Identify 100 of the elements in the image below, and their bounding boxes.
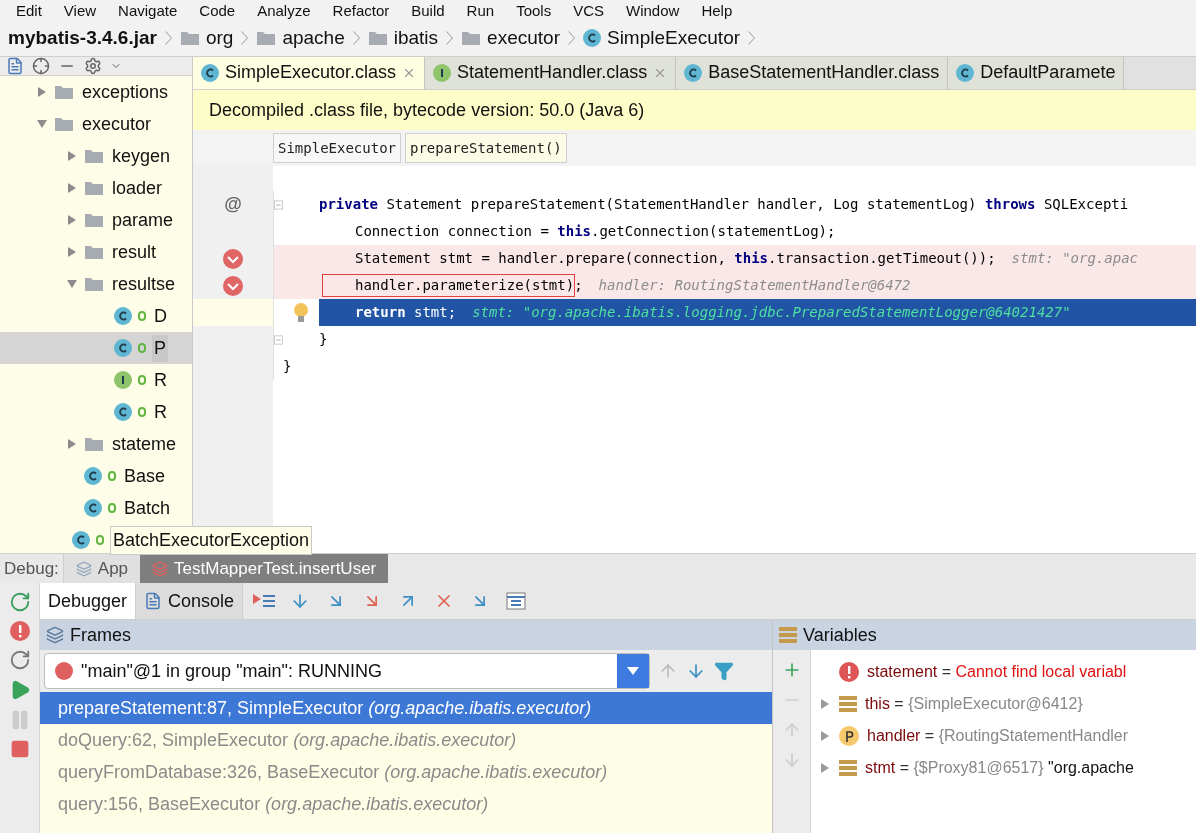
tree-item[interactable]: resultse [110, 270, 178, 298]
menu-item[interactable]: Analyze [257, 2, 311, 20]
tree-item[interactable]: parame [110, 206, 176, 234]
filter-icon[interactable] [714, 661, 734, 681]
window-icon [75, 560, 92, 577]
breadcrumb[interactable]: mybatis-3.4.6.jar [8, 23, 157, 53]
menu-item[interactable]: Tools [516, 2, 552, 20]
thread-dropdown[interactable]: "main"@1 in group "main": RUNNING [44, 653, 650, 689]
panel-title: Variables [803, 623, 877, 647]
menu-item[interactable]: Run [466, 2, 495, 20]
inline-value-hint: stmt: "org.apac [1011, 249, 1139, 268]
settings-icon[interactable] [84, 57, 102, 75]
class-icon [72, 531, 90, 549]
debug-session-tab[interactable]: App [62, 554, 141, 583]
field-icon [779, 626, 797, 644]
menu-item[interactable]: Navigate [118, 2, 178, 20]
debug-session-tab[interactable]: TestMapperTest.insertUser [140, 554, 389, 583]
chevron-icon [446, 31, 454, 45]
tree-item[interactable]: R [152, 366, 169, 394]
class-icon [114, 403, 132, 421]
collapsed-arrow-icon[interactable] [66, 246, 78, 258]
editor-breadcrumb[interactable]: prepareStatement() [405, 133, 567, 163]
window-icon [152, 560, 169, 577]
menu-item[interactable]: Code [199, 2, 236, 20]
variable-entry[interactable]: stmt = {$Proxy81@6517} "org.apache [865, 756, 1134, 780]
decompiled-banner: Decompiled .class file, bytecode version: 50.0 (Java 6) [193, 90, 1196, 130]
expand-arrow-icon[interactable] [819, 730, 831, 742]
editor-tab[interactable]: SimpleExecutor.class [193, 57, 426, 89]
folder-icon [84, 148, 104, 164]
tree-item[interactable]: exceptions [80, 78, 171, 106]
tree-item[interactable]: R [152, 398, 169, 426]
debugger-tab[interactable]: Console [136, 583, 244, 619]
locate-icon[interactable] [32, 57, 50, 75]
project-view-icon[interactable] [6, 57, 24, 75]
menu-item[interactable]: View [63, 2, 97, 20]
error-icon [839, 662, 859, 682]
breakpoint-warning-icon[interactable] [9, 621, 30, 641]
tree-item[interactable]: BatchExecutorException [110, 525, 313, 555]
tree-item[interactable]: Batch [122, 494, 173, 522]
field-icon [839, 759, 857, 777]
folder-icon [54, 84, 74, 100]
breadcrumb[interactable]: org [205, 23, 234, 53]
collapsed-arrow-icon[interactable] [66, 182, 78, 194]
editor-tab[interactable]: StatementHandler.class [425, 57, 677, 89]
restore-icon[interactable] [8, 649, 31, 671]
menu-item[interactable]: Help [701, 2, 733, 20]
variable-entry[interactable]: this = {SimpleExecutor@6412} [865, 692, 1083, 716]
fold-marker-icon[interactable] [274, 333, 283, 346]
stop-icon[interactable] [9, 739, 30, 759]
expanded-arrow-icon[interactable] [66, 278, 78, 290]
tree-item[interactable]: D [152, 302, 169, 330]
chevron-icon [164, 31, 172, 45]
breakpoint-icon[interactable] [223, 275, 243, 296]
breakpoint-icon[interactable] [223, 248, 243, 269]
class-icon [956, 63, 975, 82]
folder-icon [179, 30, 200, 46]
expand-arrow-icon[interactable] [819, 762, 831, 774]
tree-item[interactable]: executor [80, 110, 154, 138]
breadcrumb[interactable]: executor [487, 23, 560, 53]
breadcrumb[interactable]: apache [282, 23, 345, 53]
lightbulb-icon[interactable] [294, 302, 308, 323]
menu-item[interactable]: VCS [573, 2, 604, 20]
collapsed-arrow-icon[interactable] [66, 150, 78, 162]
breadcrumb[interactable]: SimpleExecutor [606, 23, 741, 53]
chevron-icon [241, 31, 249, 45]
menu-item[interactable]: Window [626, 2, 680, 20]
debugger-tab[interactable]: Debugger [40, 583, 137, 619]
stack-frame[interactable]: prepareStatement:87, SimpleExecutor (org.apache.ibatis.executor) [40, 692, 772, 724]
folder-icon [84, 212, 104, 228]
tree-item[interactable]: stateme [110, 430, 179, 458]
expand-arrow-icon[interactable] [819, 698, 831, 710]
breadcrumb[interactable]: ibatis [393, 23, 439, 53]
tree-item[interactable]: keygen [110, 142, 173, 170]
interface-icon [433, 63, 452, 82]
code-line: } [319, 330, 328, 349]
console-icon [144, 592, 163, 610]
expanded-arrow-icon[interactable] [36, 118, 48, 130]
variable-entry[interactable]: statement = Cannot find local variabl [867, 660, 1127, 684]
variable-entry[interactable]: handler = {RoutingStatementHandler [867, 724, 1129, 748]
frames-icon [46, 626, 64, 644]
editor-breadcrumb[interactable]: SimpleExecutor [273, 133, 401, 163]
rerun-icon[interactable] [8, 591, 31, 613]
editor-tab[interactable]: DefaultParamete [948, 57, 1125, 89]
menu-item[interactable]: Edit [16, 2, 42, 20]
class-icon [114, 339, 132, 357]
collapsed-arrow-icon[interactable] [36, 86, 48, 98]
code-line: Connection connection = this.getConnection(statementLog); [355, 222, 836, 241]
tree-item[interactable]: result [110, 238, 158, 266]
editor-tab[interactable]: BaseStatementHandler.class [676, 57, 949, 89]
interface-icon [114, 371, 132, 389]
folder-icon [84, 436, 104, 452]
folder-icon [84, 276, 104, 292]
menu-item[interactable]: Refactor [332, 2, 390, 20]
collapsed-arrow-icon[interactable] [66, 438, 78, 450]
menu-item[interactable]: Build [411, 2, 445, 20]
collapsed-arrow-icon[interactable] [66, 214, 78, 226]
tree-item[interactable]: loader [110, 174, 165, 202]
tree-item[interactable]: Base [122, 462, 168, 490]
tree-item[interactable]: P [152, 334, 168, 362]
fold-marker-icon[interactable] [274, 198, 283, 211]
